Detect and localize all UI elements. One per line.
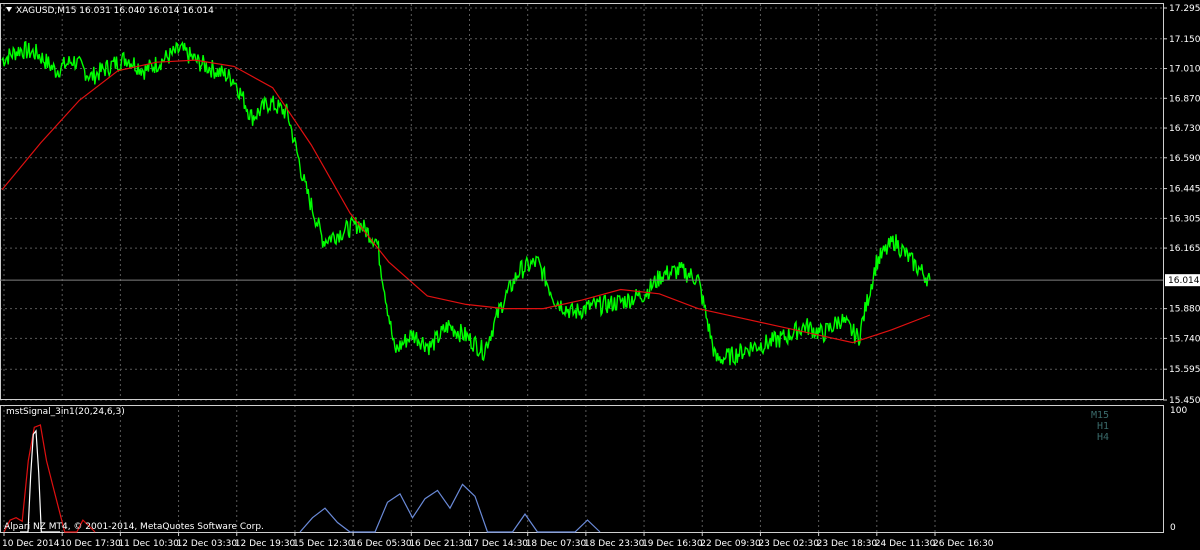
x-tick-label: 23 Dec 18:30 (817, 539, 878, 549)
y-tick-label: 16.870 (1169, 94, 1200, 104)
x-tick-label: 17 Dec 14:30 (468, 539, 529, 549)
indicator-blue-line (299, 483, 601, 533)
price-frame (0, 3, 1164, 400)
indicator-scale-min: 0 (1170, 523, 1176, 533)
indicator-scale-max: 100 (1170, 406, 1187, 416)
price-axis: 17.295 17.150 17.010 16.870 16.730 16.590 16.4… (1163, 4, 1200, 406)
y-tick-label: 15.880 (1169, 305, 1200, 315)
x-tick-label: 18 Dec 23:30 (584, 539, 645, 549)
copyright-text: Alpari NZ MT4, © 2001-2014, MetaQuotes S… (4, 522, 264, 532)
x-tick-label: 26 Dec 16:30 (933, 539, 994, 549)
timeframe-h4: H4 (1097, 432, 1109, 443)
timeframe-m15: M15 (1091, 410, 1109, 421)
time-axis: 10 Dec 2014 10 Dec 17:3011 Dec 10:3012 De… (2, 532, 994, 549)
x-tick-label: 18 Dec 07:30 (526, 539, 587, 549)
x-tick-label: 16 Dec 21:30 (409, 539, 470, 549)
x-tick-label: 10 Dec 17:30 (60, 539, 121, 549)
y-tick-label: 17.150 (1169, 35, 1200, 45)
x-tick-label: 23 Dec 02:30 (758, 539, 819, 549)
y-tick-label: 17.295 (1169, 4, 1200, 14)
y-tick-label: 16.305 (1169, 214, 1200, 224)
x-tick-label: 19 Dec 16:30 (642, 539, 703, 549)
indicator-red-line (3, 424, 96, 533)
price-panel: 16.014 (0, 40, 1200, 367)
x-tick-label: 12 Dec 03:30 (177, 539, 238, 549)
ma-series-line (1, 59, 931, 344)
x-tick-label: 11 Dec 10:30 (118, 539, 179, 549)
indicator-header: mstSignal_3in1(20,24,6,3) (6, 407, 125, 417)
y-tick-label: 16.590 (1169, 154, 1200, 164)
x-tick-label: 24 Dec 11:30 (875, 539, 936, 549)
chart-canvas: 16.014 17.295 17.150 17.010 16.870 16.730 16.… (0, 0, 1200, 550)
x-tick-label: 22 Dec 09:30 (700, 539, 761, 549)
y-tick-label: 17.010 (1169, 65, 1200, 75)
x-tick-label: 12 Dec 19:30 (235, 539, 296, 549)
price-series-line (1, 40, 931, 367)
x-tick-label: 16 Dec 05:30 (351, 539, 412, 549)
chart-frame (0, 3, 1164, 533)
y-tick-label: 16.730 (1169, 124, 1200, 134)
grid (0, 4, 1163, 532)
y-tick-label: 15.595 (1169, 365, 1200, 375)
indicator-frame (0, 405, 1164, 533)
indicator-panel (3, 424, 601, 533)
y-tick-label: 16.445 (1169, 185, 1200, 195)
y-tick-label: 15.740 (1169, 334, 1200, 344)
x-tick-label: 15 Dec 12:30 (293, 539, 354, 549)
symbol-header: XAGUSD,M15 16.031 16.040 16.014 16.014 (16, 6, 214, 16)
timeframe-h1: H1 (1097, 421, 1109, 432)
y-tick-label: 16.165 (1169, 244, 1200, 254)
x-tick-label: 10 Dec 2014 (2, 539, 60, 549)
y-tick-label: 15.450 (1169, 396, 1200, 406)
menu-triangle-icon[interactable] (6, 7, 12, 12)
current-price-label: 16.014 (1168, 276, 1200, 286)
